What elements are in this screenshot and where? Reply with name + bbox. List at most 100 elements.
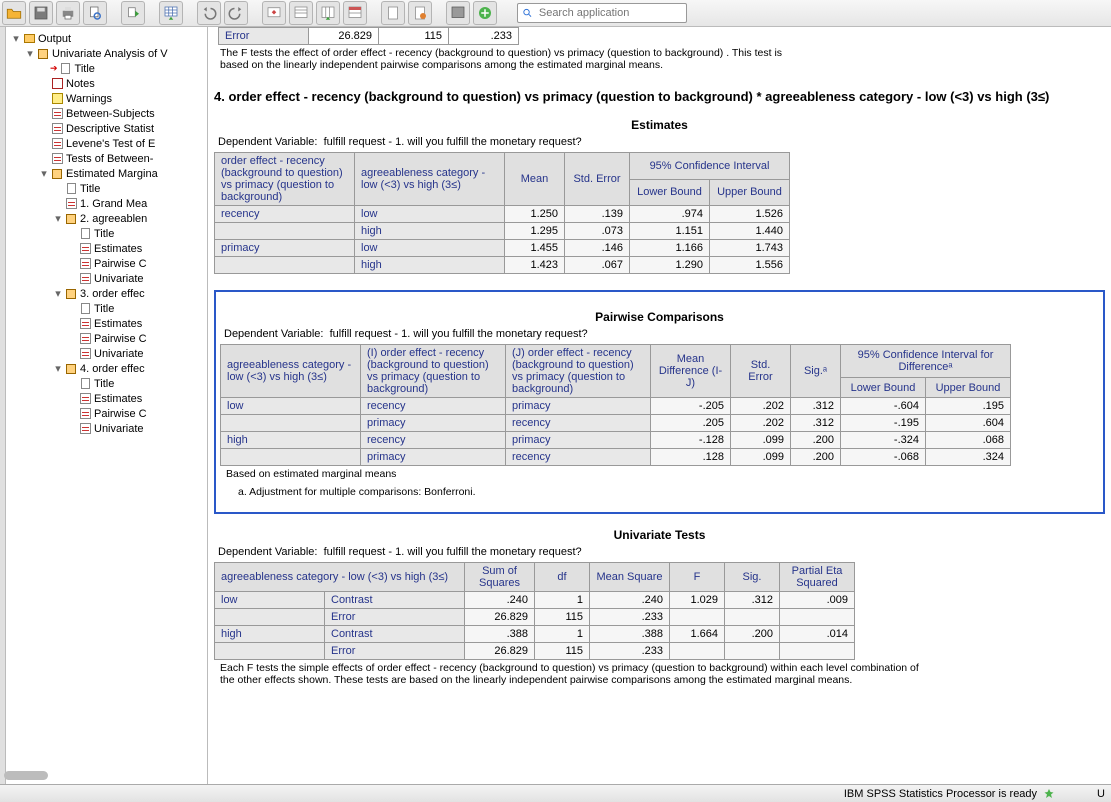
- status-bar: IBM SPSS Statistics Processor is ready U: [0, 784, 1111, 802]
- search-box[interactable]: [517, 3, 687, 23]
- tree-grand-mean[interactable]: 1. Grand Mea: [6, 196, 207, 211]
- tree-label: Estimates: [94, 393, 142, 405]
- tree-label: Notes: [66, 78, 95, 90]
- tree-item[interactable]: Title: [6, 226, 207, 241]
- pairwise-foot2: a. Adjustment for multiple comparisons: …: [238, 486, 1099, 498]
- tree-item[interactable]: Estimates: [6, 316, 207, 331]
- tree-label: Warnings: [66, 93, 112, 105]
- designate-window-button[interactable]: [446, 1, 470, 25]
- outline-tree[interactable]: ▾Output ▾Univariate Analysis of V ➔Title…: [6, 27, 208, 784]
- tree-tests-between[interactable]: Tests of Between-: [6, 151, 207, 166]
- tree-output[interactable]: ▾Output: [6, 31, 207, 46]
- tree-emm-title[interactable]: Title: [6, 181, 207, 196]
- status-tail: U: [1097, 788, 1105, 800]
- goto-variable-button[interactable]: [316, 1, 340, 25]
- tree-item[interactable]: Univariate: [6, 271, 207, 286]
- tree-label: Title: [94, 303, 114, 315]
- table-row: high1.295.0731.1511.440: [215, 223, 790, 240]
- tree-label: Estimates: [94, 318, 142, 330]
- tree-label: Title: [80, 183, 100, 195]
- tree-label: Title: [94, 228, 114, 240]
- pin-icon: [1043, 788, 1055, 800]
- tree-between-subjects[interactable]: Between-Subjects: [6, 106, 207, 121]
- search-input[interactable]: [537, 6, 682, 20]
- dialog-recall-button[interactable]: [262, 1, 286, 25]
- undo-button[interactable]: [197, 1, 221, 25]
- tree-label: 2. agreeablen: [80, 213, 147, 225]
- tree-title[interactable]: ➔Title: [6, 61, 207, 76]
- tree-emm[interactable]: ▾Estimated Margina: [6, 166, 207, 181]
- tree-agreeableness[interactable]: ▾2. agreeablen: [6, 211, 207, 226]
- univ-foot: Each F tests the simple effects of order…: [220, 662, 920, 686]
- tree-notes[interactable]: Notes: [6, 76, 207, 91]
- tree-levene[interactable]: Levene's Test of E: [6, 136, 207, 151]
- tree-label: Descriptive Statist: [66, 123, 154, 135]
- table-row: primacyrecency.128.099.200-.068.324: [221, 449, 1011, 466]
- estimates-title: Estimates: [214, 118, 1105, 132]
- table-row: lowContrast.2401.2401.029.312.009: [215, 592, 855, 609]
- table-row: Error26.829115.233: [215, 643, 855, 660]
- add-button[interactable]: [473, 1, 497, 25]
- output-viewer[interactable]: Error 26.829 115 .233 The F tests the ef…: [208, 27, 1111, 784]
- app-window: ▾Output ▾Univariate Analysis of V ➔Title…: [0, 0, 1111, 802]
- insert-text-button[interactable]: [408, 1, 432, 25]
- pairwise-foot1: Based on estimated marginal means: [226, 468, 1099, 480]
- table-row: primacylow1.455.1461.1661.743: [215, 240, 790, 257]
- redo-button[interactable]: [224, 1, 248, 25]
- tree-item[interactable]: Title: [6, 376, 207, 391]
- tree-label: Pairwise C: [94, 258, 147, 270]
- tree-label: 3. order effec: [80, 288, 145, 300]
- variables-button[interactable]: [343, 1, 367, 25]
- prev-footnote: The F tests the effect of order effect -…: [220, 47, 790, 71]
- goto-data-button[interactable]: [159, 1, 183, 25]
- depvar-line: Dependent Variable: fulfill request - 1.…: [224, 328, 1099, 340]
- tree-order-effect[interactable]: ▾3. order effec: [6, 286, 207, 301]
- tree-label: Title: [75, 63, 95, 75]
- tree-label: Univariate Analysis of V: [52, 48, 168, 60]
- tree-item[interactable]: Title: [6, 301, 207, 316]
- prev-table-fragment: Error 26.829 115 .233: [218, 27, 519, 45]
- tree-warnings[interactable]: Warnings: [6, 91, 207, 106]
- tree-univariate[interactable]: ▾Univariate Analysis of V: [6, 46, 207, 61]
- print-button[interactable]: [56, 1, 80, 25]
- table-row: highContrast.3881.3881.664.200.014: [215, 626, 855, 643]
- tree-item[interactable]: Estimates: [6, 391, 207, 406]
- tree-label: Pairwise C: [94, 408, 147, 420]
- table-row: primacyrecency.205.202.312-.195.604: [221, 415, 1011, 432]
- tree-item[interactable]: Pairwise C: [6, 406, 207, 421]
- table-row: Error 26.829 115 .233: [219, 28, 519, 45]
- tree-label: Estimated Margina: [66, 168, 158, 180]
- tree-item[interactable]: Pairwise C: [6, 256, 207, 271]
- section-title: 4. order effect - recency (background to…: [214, 89, 1105, 104]
- table-row: highrecencyprimacy-.128.099.200-.324.068: [221, 432, 1011, 449]
- depvar-line: Dependent Variable: fulfill request - 1.…: [218, 546, 1105, 558]
- open-button[interactable]: [2, 1, 26, 25]
- tree-label: Tests of Between-: [66, 153, 153, 165]
- univ-title: Univariate Tests: [214, 528, 1105, 542]
- tree-item[interactable]: Univariate: [6, 421, 207, 436]
- tree-item[interactable]: Pairwise C: [6, 331, 207, 346]
- status-text: IBM SPSS Statistics Processor is ready: [844, 788, 1037, 800]
- tree-label: Univariate: [94, 348, 144, 360]
- save-button[interactable]: [29, 1, 53, 25]
- depvar-line: Dependent Variable: fulfill request - 1.…: [218, 136, 1105, 148]
- goto-case-button[interactable]: [289, 1, 313, 25]
- estimates-table[interactable]: order effect - recency (background to qu…: [214, 152, 790, 274]
- tree-order-effect-4[interactable]: ▾4. order effec: [6, 361, 207, 376]
- table-row: lowrecencyprimacy-.205.202.312-.604.195: [221, 398, 1011, 415]
- univ-table[interactable]: agreeableness category - low (<3) vs hig…: [214, 562, 855, 660]
- insert-heading-button[interactable]: [381, 1, 405, 25]
- pairwise-table[interactable]: agreeableness category - low (<3) vs hig…: [220, 344, 1011, 466]
- pairwise-block: Pairwise Comparisons Dependent Variable:…: [214, 290, 1105, 514]
- tree-label: Output: [38, 33, 71, 45]
- export-button[interactable]: [121, 1, 145, 25]
- print-preview-button[interactable]: [83, 1, 107, 25]
- h-scroll-thumb[interactable]: [4, 771, 48, 780]
- tree-item[interactable]: Estimates: [6, 241, 207, 256]
- table-row: high1.423.0671.2901.556: [215, 257, 790, 274]
- tree-label: Univariate: [94, 423, 144, 435]
- tree-descriptive[interactable]: Descriptive Statist: [6, 121, 207, 136]
- tree-item[interactable]: Univariate: [6, 346, 207, 361]
- tree-label: Title: [94, 378, 114, 390]
- toolbar: [0, 0, 1111, 27]
